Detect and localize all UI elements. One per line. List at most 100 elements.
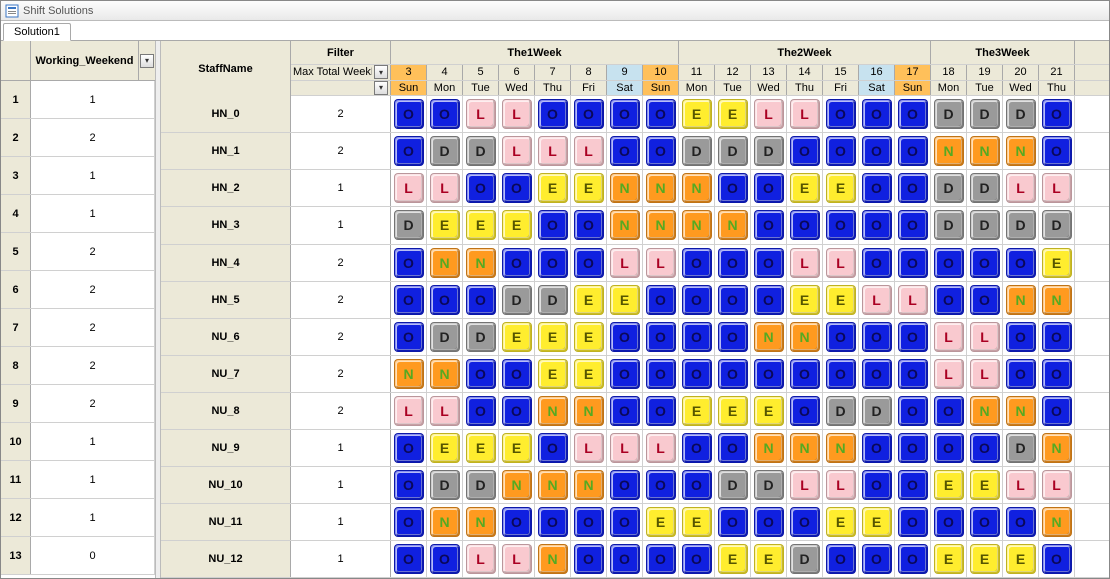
staff-name-cell[interactable]: HN_3 — [161, 207, 291, 243]
left-row[interactable]: 121 — [1, 499, 155, 537]
shift-cell[interactable]: O — [571, 504, 607, 540]
shift-cell[interactable]: D — [967, 207, 1003, 243]
working-weekend-value[interactable]: 2 — [31, 233, 155, 270]
day-number[interactable]: 12 — [715, 65, 751, 80]
shift-cell[interactable]: O — [859, 96, 895, 132]
shift-cell[interactable]: D — [463, 467, 499, 503]
shift-cell[interactable]: O — [715, 430, 751, 466]
shift-cell[interactable]: O — [607, 133, 643, 169]
shift-cell[interactable]: O — [571, 245, 607, 281]
staff-name-cell[interactable]: HN_0 — [161, 96, 291, 132]
day-number[interactable]: 7 — [535, 65, 571, 80]
shift-cell[interactable]: O — [895, 541, 931, 577]
shift-cell[interactable]: N — [751, 430, 787, 466]
shift-cell[interactable]: L — [463, 541, 499, 577]
shift-cell[interactable]: O — [751, 245, 787, 281]
shift-cell[interactable]: E — [571, 319, 607, 355]
shift-cell[interactable]: O — [643, 393, 679, 429]
shift-cell[interactable]: N — [427, 245, 463, 281]
shift-cell[interactable]: L — [823, 245, 859, 281]
shift-cell[interactable]: L — [391, 170, 427, 206]
shift-cell[interactable]: D — [967, 96, 1003, 132]
shift-cell[interactable]: N — [967, 133, 1003, 169]
shift-cell[interactable]: L — [499, 133, 535, 169]
shift-cell[interactable]: L — [1039, 170, 1075, 206]
shift-cell[interactable]: D — [715, 133, 751, 169]
day-number[interactable]: 11 — [679, 65, 715, 80]
shift-cell[interactable]: N — [643, 207, 679, 243]
shift-cell[interactable]: L — [499, 541, 535, 577]
day-name[interactable]: Sat — [607, 81, 643, 96]
filter-value-cell[interactable]: 2 — [291, 282, 391, 318]
shift-cell[interactable]: D — [751, 467, 787, 503]
shift-cell[interactable]: N — [571, 393, 607, 429]
filter-value-cell[interactable]: 1 — [291, 170, 391, 206]
shift-cell[interactable]: D — [391, 207, 427, 243]
shift-cell[interactable]: O — [895, 170, 931, 206]
shift-cell[interactable]: O — [643, 356, 679, 392]
day-name[interactable]: Sun — [391, 81, 427, 96]
shift-cell[interactable]: O — [535, 245, 571, 281]
shift-cell[interactable]: O — [931, 430, 967, 466]
day-name[interactable]: Tue — [463, 81, 499, 96]
shift-cell[interactable]: O — [895, 96, 931, 132]
day-name[interactable]: Sun — [643, 81, 679, 96]
filter-value-cell[interactable]: 1 — [291, 467, 391, 503]
filter-value-cell[interactable]: 1 — [291, 430, 391, 466]
filter-value-cell[interactable]: 2 — [291, 319, 391, 355]
shift-cell[interactable]: O — [427, 96, 463, 132]
shift-cell[interactable]: L — [823, 467, 859, 503]
row-number[interactable]: 10 — [1, 423, 31, 460]
shift-cell[interactable]: N — [571, 467, 607, 503]
shift-cell[interactable]: N — [463, 504, 499, 540]
shift-cell[interactable]: N — [499, 467, 535, 503]
shift-cell[interactable]: E — [571, 282, 607, 318]
shift-cell[interactable]: O — [823, 356, 859, 392]
shift-cell[interactable]: O — [715, 356, 751, 392]
shift-cell[interactable]: O — [751, 504, 787, 540]
staff-name-cell[interactable]: HN_4 — [161, 245, 291, 281]
shift-cell[interactable]: L — [607, 245, 643, 281]
shift-cell[interactable]: N — [823, 430, 859, 466]
shift-cell[interactable]: D — [463, 133, 499, 169]
shift-cell[interactable]: O — [391, 282, 427, 318]
staff-name-cell[interactable]: NU_10 — [161, 467, 291, 503]
staff-name-cell[interactable]: NU_12 — [161, 541, 291, 577]
shift-cell[interactable]: N — [643, 170, 679, 206]
day-number[interactable]: 10 — [643, 65, 679, 80]
shift-cell[interactable]: O — [427, 541, 463, 577]
shift-cell[interactable]: D — [679, 133, 715, 169]
shift-cell[interactable]: E — [967, 541, 1003, 577]
row-number[interactable]: 3 — [1, 157, 31, 194]
shift-cell[interactable]: N — [679, 207, 715, 243]
shift-cell[interactable]: D — [1003, 430, 1039, 466]
day-number[interactable]: 6 — [499, 65, 535, 80]
shift-cell[interactable]: D — [715, 467, 751, 503]
shift-cell[interactable]: L — [607, 430, 643, 466]
shift-cell[interactable]: L — [499, 96, 535, 132]
working-weekend-value[interactable]: 2 — [31, 119, 155, 156]
working-weekend-value[interactable]: 2 — [31, 347, 155, 384]
shift-cell[interactable]: O — [823, 96, 859, 132]
filter-value-cell[interactable]: 2 — [291, 356, 391, 392]
shift-cell[interactable]: O — [895, 504, 931, 540]
working-weekend-value[interactable]: 2 — [31, 385, 155, 422]
shift-cell[interactable]: N — [463, 245, 499, 281]
shift-cell[interactable]: O — [391, 319, 427, 355]
left-row[interactable]: 130 — [1, 537, 155, 575]
filter-header[interactable]: Filter — [291, 41, 391, 64]
working-weekend-value[interactable]: 2 — [31, 309, 155, 346]
shift-cell[interactable]: L — [391, 393, 427, 429]
shift-cell[interactable]: E — [931, 541, 967, 577]
left-row[interactable]: 101 — [1, 423, 155, 461]
day-name[interactable]: Wed — [1003, 81, 1039, 96]
shift-cell[interactable]: E — [571, 170, 607, 206]
shift-cell[interactable]: E — [679, 504, 715, 540]
shift-cell[interactable]: O — [967, 504, 1003, 540]
shift-cell[interactable]: E — [679, 393, 715, 429]
day-name[interactable]: Tue — [715, 81, 751, 96]
left-header-dropdown[interactable]: ▾ — [139, 41, 155, 80]
shift-cell[interactable]: L — [463, 96, 499, 132]
shift-cell[interactable]: O — [895, 207, 931, 243]
day-name[interactable]: Fri — [823, 81, 859, 96]
